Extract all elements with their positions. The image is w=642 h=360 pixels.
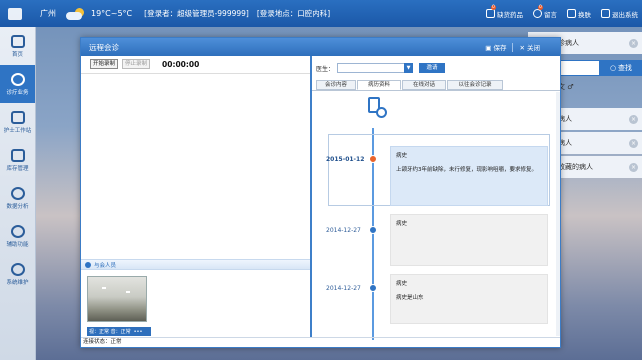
shirt-icon	[567, 9, 576, 18]
dialog-body: 开始录制 停止录制 00:00:00 与会人员 视：正常 音：正常 ••• 医生…	[81, 56, 560, 340]
record-timer: 00:00:00	[162, 59, 200, 69]
settings-icon	[10, 262, 25, 276]
ceiling-light	[126, 291, 130, 293]
tab-past-consults[interactable]: 以往会诊记录	[447, 80, 503, 90]
doctor-select[interactable]: ▼	[337, 63, 414, 73]
close-icon: ✕	[519, 44, 527, 52]
search-input[interactable]	[556, 60, 600, 76]
remote-video-area	[81, 73, 310, 258]
logout-button[interactable]: 退出系统	[601, 9, 638, 19]
save-button[interactable]: ▣ 保存	[485, 42, 506, 52]
card-text: 上颌牙约3年前缺除，未行修复，现影响咀嚼，要求修复。	[396, 167, 538, 173]
exit-icon	[601, 9, 610, 18]
record-toolbar: 开始录制 停止录制 00:00:00	[81, 56, 310, 72]
card-title: 病史	[396, 281, 408, 287]
nav-item-nurse-station[interactable]: 护士工作站	[0, 103, 35, 141]
search-icon: ○	[609, 64, 617, 72]
out-of-stock-drugs-button[interactable]: 0 缺货药品	[486, 4, 523, 19]
login-user-label: [登录者：超级管理员-999999]	[144, 9, 249, 18]
timeline-date: 2014-12-27	[326, 227, 361, 234]
doctor-icon	[10, 72, 25, 86]
nav-item-system[interactable]: 系统维护	[0, 255, 35, 293]
pie-chart-icon	[10, 186, 25, 200]
temperature-label: 19°C~5°C	[91, 9, 133, 18]
close-icon[interactable]: ×	[629, 114, 638, 124]
left-nav: 首页 诊疗业务 护士工作站 库存管理 数据分析 辅助功能 系统维护	[0, 27, 36, 360]
chevron-down-icon[interactable]: ▼	[404, 63, 414, 73]
nav-item-analytics[interactable]: 数据分析	[0, 179, 35, 217]
dialog-header: 远程会诊 ▣ 保存 ✕ 关闭	[81, 38, 560, 56]
tab-online-chat[interactable]: 在线对话	[402, 80, 446, 90]
scrollbar[interactable]	[556, 92, 560, 336]
top-bar: 广州 19°C~5°C [登录者：超级管理员-999999] [登录地点：口腔内…	[0, 0, 642, 27]
drug-count-badge: 0	[491, 4, 496, 10]
close-icon[interactable]: ×	[629, 138, 638, 148]
timeline-card[interactable]: 病史 上颌牙约3年前缺除，未行修复，现影响咀嚼，要求修复。	[390, 146, 548, 206]
pill-icon	[486, 9, 495, 18]
ceiling-light	[102, 287, 106, 289]
collapse-icon	[85, 261, 91, 268]
more-icon[interactable]: •••	[134, 329, 143, 335]
timeline-date: 2015-01-12	[326, 156, 365, 163]
tab-medical-records[interactable]: 病历资料	[357, 80, 401, 90]
city-label: 广州	[40, 9, 56, 18]
weather-cloud-icon	[66, 7, 86, 20]
close-button[interactable]: ✕ 关闭	[519, 42, 540, 52]
timeline-card[interactable]: 病史	[390, 214, 548, 266]
home-icon	[10, 34, 25, 48]
message-count-badge: 0	[538, 4, 543, 10]
remote-consultation-dialog: 远程会诊 ▣ 保存 ✕ 关闭 开始录制 停止录制 00:00:00 与会人员 视…	[80, 37, 561, 348]
divider	[512, 42, 514, 52]
nav-item-inventory[interactable]: 库存管理	[0, 141, 35, 179]
nurse-icon	[10, 110, 25, 124]
participants-header[interactable]: 与会人员	[81, 259, 310, 270]
nav-item-clinic[interactable]: 诊疗业务	[0, 65, 35, 103]
participant-status-bar: 视：正常 音：正常 •••	[87, 327, 151, 336]
gear-icon	[10, 224, 25, 238]
search-button[interactable]: ○ 查找	[600, 60, 642, 76]
invite-button[interactable]: 邀请	[419, 63, 446, 73]
timeline-dot[interactable]	[369, 284, 377, 292]
doctor-label: 医生：	[316, 65, 335, 73]
nav-item-home[interactable]: 首页	[0, 27, 35, 65]
timeline-card[interactable]: 病史 病史是山东	[390, 274, 548, 324]
participant-video-thumbnail[interactable]	[87, 276, 147, 322]
divider	[312, 90, 560, 91]
login-location-label: [登录地点：口腔内科]	[256, 9, 331, 18]
male-icon: ♂	[567, 83, 574, 91]
doctor-select-row: 医生： ▼ 邀请	[316, 63, 446, 73]
card-title: 病史	[396, 153, 408, 159]
message-icon	[533, 9, 542, 18]
close-icon[interactable]: ×	[629, 162, 638, 172]
start-record-button[interactable]: 开始录制	[90, 59, 119, 69]
timeline-dot[interactable]	[369, 226, 377, 234]
records-pane: 医生： ▼ 邀请 会诊内容 病历资料 在线对话 以往会诊记录 2015-01-1…	[312, 56, 560, 340]
card-text: 病史是山东	[396, 295, 424, 301]
close-icon[interactable]: ×	[629, 38, 638, 48]
nav-item-assist[interactable]: 辅助功能	[0, 217, 35, 255]
card-title: 病史	[396, 221, 408, 227]
change-skin-button[interactable]: 换肤	[567, 9, 591, 19]
tab-consult-content[interactable]: 会诊内容	[316, 80, 356, 90]
stop-record-button[interactable]: 停止录制	[122, 59, 151, 69]
connection-status: 连接状态：正常	[81, 337, 560, 347]
timeline-date: 2014-12-27	[326, 285, 361, 292]
record-tabs: 会诊内容 病历资料 在线对话 以往会诊记录	[316, 80, 504, 90]
timeline-dot[interactable]	[369, 155, 377, 163]
logo	[0, 7, 30, 20]
message-button[interactable]: 0 留言	[533, 4, 557, 19]
inventory-icon	[10, 148, 25, 162]
background-search: ○ 查找	[556, 60, 642, 76]
medical-history-icon	[366, 96, 388, 120]
dialog-title: 远程会诊	[89, 42, 119, 52]
video-pane: 开始录制 停止录制 00:00:00 与会人员 视：正常 音：正常 •••	[81, 56, 312, 337]
